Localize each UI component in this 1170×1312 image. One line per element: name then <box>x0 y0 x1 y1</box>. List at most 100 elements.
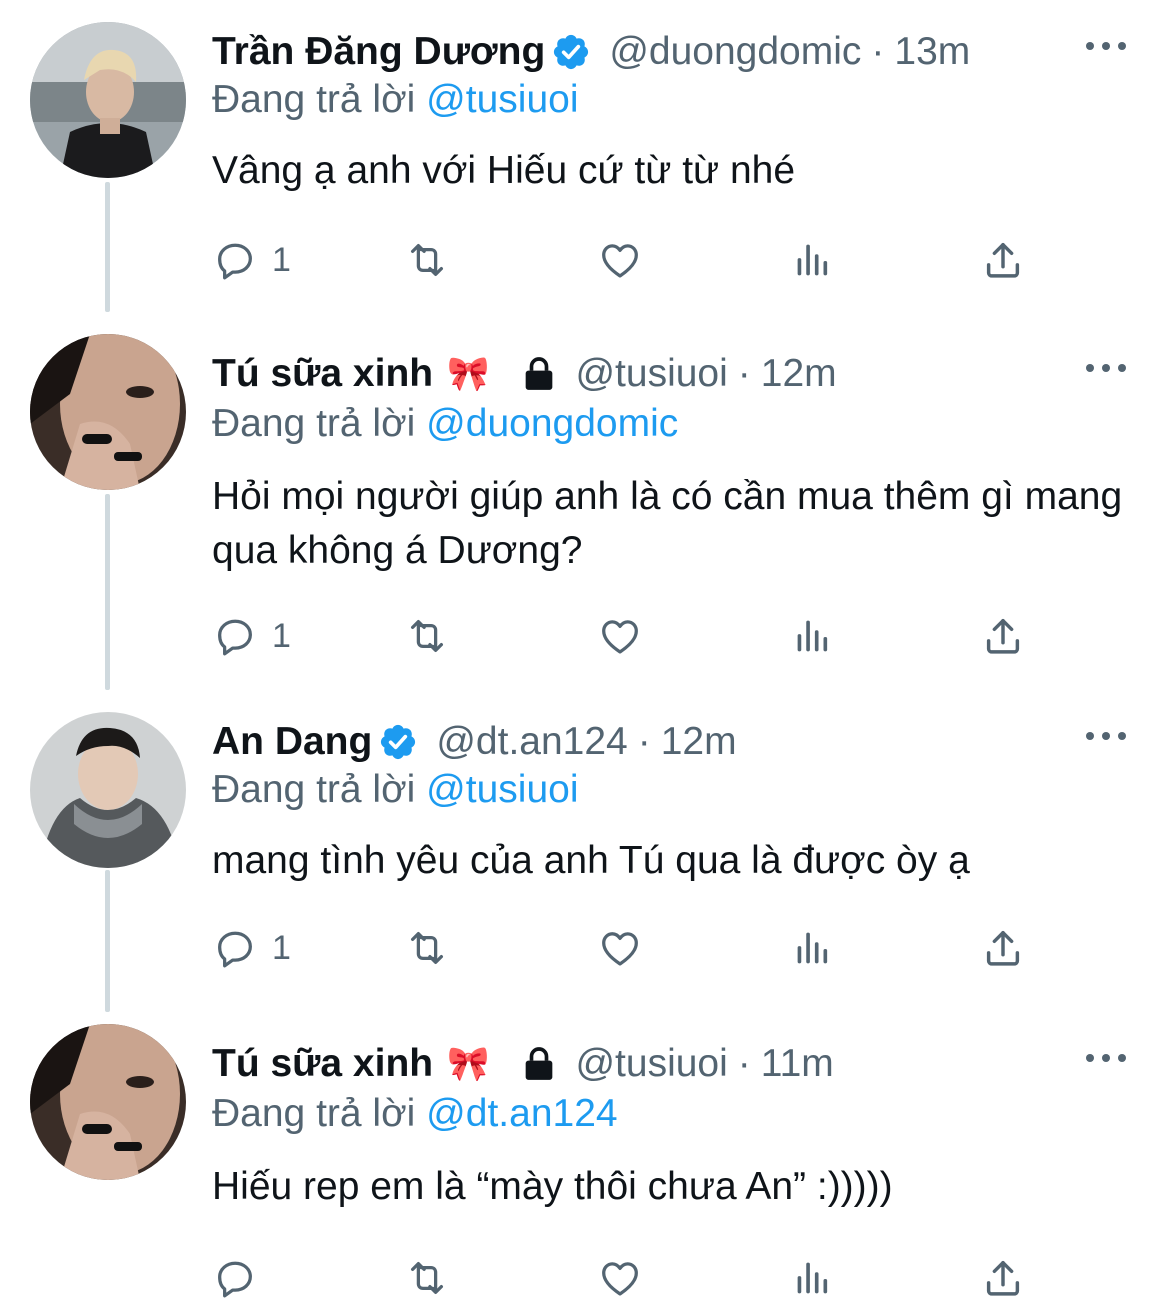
share-button[interactable] <box>980 918 1026 978</box>
separator: · <box>737 1042 751 1085</box>
reply-count: 1 <box>272 240 291 279</box>
like-button[interactable] <box>597 230 643 290</box>
reply-context: Đang trả lời @tusiuoi <box>212 768 579 812</box>
display-name[interactable]: An Dang <box>212 720 372 764</box>
share-icon <box>980 613 1026 659</box>
like-button[interactable] <box>597 918 643 978</box>
timestamp[interactable]: 13m <box>894 30 970 74</box>
tweet-text: mang tình yêu của anh Tú qua là được òy … <box>212 839 970 882</box>
share-button[interactable] <box>980 230 1026 290</box>
avatar[interactable] <box>30 712 186 868</box>
display-name[interactable]: Trần Đăng Dương <box>212 30 545 74</box>
retweet-icon <box>404 237 450 283</box>
retweet-button[interactable] <box>404 918 450 978</box>
tweet-actions <box>212 1248 1072 1308</box>
display-name[interactable]: Tú sữa xinh <box>212 352 433 396</box>
reply-prefix: Đang trả lời <box>212 402 416 445</box>
retweet-icon <box>404 925 450 971</box>
analytics-icon <box>789 925 835 971</box>
tweet-actions: 1 <box>212 918 1072 978</box>
tweet-actions: 1 <box>212 230 1072 290</box>
like-button[interactable] <box>597 1248 643 1308</box>
avatar[interactable] <box>30 1024 186 1180</box>
reply-prefix: Đang trả lời <box>212 1092 416 1135</box>
timestamp[interactable]: 12m <box>661 720 737 764</box>
reply-bubble-icon <box>212 1255 258 1301</box>
reply-mention[interactable]: @dt.an124 <box>426 1092 617 1135</box>
tweet[interactable]: Trần Đăng Dương @duongdomic · 13m Đang t… <box>0 22 1170 312</box>
more-dots-icon[interactable] <box>1086 40 1126 52</box>
user-handle[interactable]: @tusiuoi <box>575 1042 727 1086</box>
tweet-text: Hiếu rep em là “mày thôi chưa An” :))))) <box>212 1165 893 1208</box>
avatar-photo <box>30 22 186 178</box>
analytics-button[interactable] <box>789 230 835 290</box>
reply-bubble-icon <box>212 925 258 971</box>
retweet-button[interactable] <box>404 606 450 666</box>
more-dots-icon[interactable] <box>1086 1052 1126 1064</box>
reply-button[interactable] <box>212 1248 272 1308</box>
timestamp[interactable]: 12m <box>761 352 837 396</box>
retweet-button[interactable] <box>404 230 450 290</box>
reply-button[interactable]: 1 <box>212 606 291 666</box>
separator: · <box>737 352 751 395</box>
reply-context: Đang trả lời @duongdomic <box>212 402 678 446</box>
tweet[interactable]: Tú sữa xinh 🎀 @tusiuoi · 12m Đang trả lờ… <box>0 334 1170 690</box>
tweet-header: Trần Đăng Dương @duongdomic · 13m <box>212 22 970 82</box>
analytics-button[interactable] <box>789 918 835 978</box>
tweet-header: An Dang @dt.an124 · 12m <box>212 712 737 772</box>
share-icon <box>980 1255 1026 1301</box>
reply-button[interactable]: 1 <box>212 918 291 978</box>
heart-icon <box>597 613 643 659</box>
display-name[interactable]: Tú sữa xinh <box>212 1042 433 1086</box>
reply-prefix: Đang trả lời <box>212 78 416 121</box>
heart-icon <box>597 925 643 971</box>
user-handle[interactable]: @tusiuoi <box>575 352 727 396</box>
reply-count: 1 <box>272 928 291 967</box>
separator: · <box>637 720 651 763</box>
heart-icon <box>597 237 643 283</box>
user-handle[interactable]: @duongdomic <box>609 30 861 74</box>
tweet-text: Hỏi mọi người giúp anh là có cần mua thê… <box>212 475 1123 572</box>
tweet-text: Vâng ạ anh với Hiếu cứ từ từ nhé <box>212 149 796 192</box>
reply-bubble-icon <box>212 613 258 659</box>
analytics-icon <box>789 1255 835 1301</box>
share-icon <box>980 237 1026 283</box>
retweet-icon <box>404 613 450 659</box>
like-button[interactable] <box>597 606 643 666</box>
analytics-icon <box>789 613 835 659</box>
tweet[interactable]: An Dang @dt.an124 · 12m Đang trả lời @tu… <box>0 712 1170 1002</box>
analytics-button[interactable] <box>789 606 835 666</box>
reply-mention[interactable]: @tusiuoi <box>426 78 578 121</box>
share-button[interactable] <box>980 606 1026 666</box>
bow-emoji: 🎀 <box>447 1045 490 1083</box>
retweet-button[interactable] <box>404 1248 450 1308</box>
share-icon <box>980 925 1026 971</box>
avatar[interactable] <box>30 334 186 490</box>
more-dots-icon[interactable] <box>1086 730 1126 742</box>
analytics-icon <box>789 237 835 283</box>
lock-icon <box>519 354 559 394</box>
separator: · <box>871 30 885 73</box>
share-button[interactable] <box>980 1248 1026 1308</box>
user-handle[interactable]: @dt.an124 <box>436 720 627 764</box>
bow-emoji: 🎀 <box>447 355 490 393</box>
tweet-header: Tú sữa xinh 🎀 @tusiuoi · 12m <box>212 344 837 404</box>
reply-context: Đang trả lời @dt.an124 <box>212 1092 618 1136</box>
avatar-photo <box>30 1024 186 1180</box>
analytics-button[interactable] <box>789 1248 835 1308</box>
timestamp[interactable]: 11m <box>761 1042 834 1086</box>
lock-icon <box>519 1044 559 1084</box>
tweet-actions: 1 <box>212 606 1072 666</box>
reply-button[interactable]: 1 <box>212 230 291 290</box>
verified-badge-icon <box>551 32 591 72</box>
reply-mention[interactable]: @duongdomic <box>426 402 678 445</box>
reply-mention[interactable]: @tusiuoi <box>426 768 578 811</box>
more-dots-icon[interactable] <box>1086 362 1126 374</box>
reply-context: Đang trả lời @tusiuoi <box>212 78 579 122</box>
avatar[interactable] <box>30 22 186 178</box>
tweet[interactable]: Tú sữa xinh 🎀 @tusiuoi · 11m Đang trả lờ… <box>0 1024 1170 1312</box>
heart-icon <box>597 1255 643 1301</box>
verified-badge-icon <box>378 722 418 762</box>
reply-bubble-icon <box>212 237 258 283</box>
retweet-icon <box>404 1255 450 1301</box>
